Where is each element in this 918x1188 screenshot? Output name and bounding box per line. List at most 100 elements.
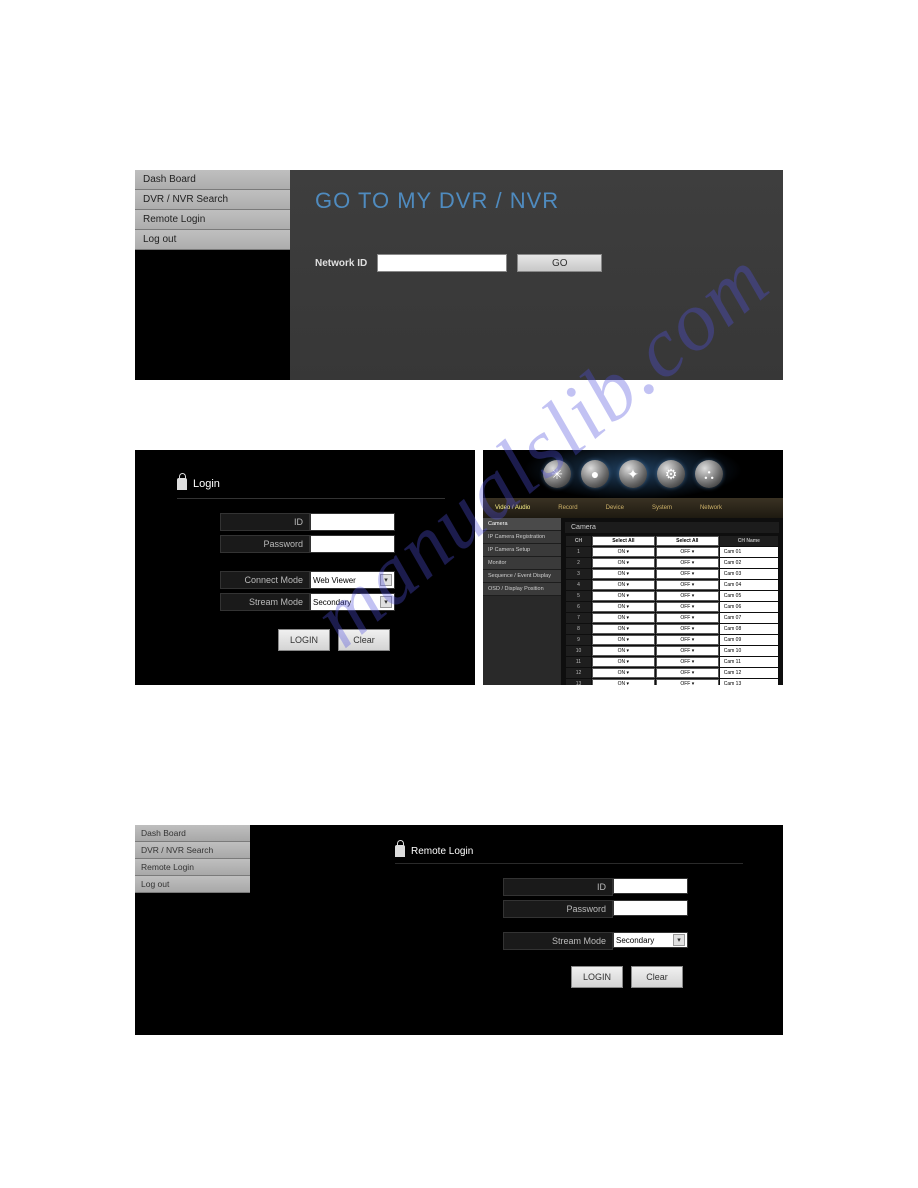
- cell-name[interactable]: Cam 11: [720, 657, 778, 667]
- sidebar-item-dvr-search[interactable]: DVR / NVR Search: [135, 842, 250, 859]
- cell-on-select[interactable]: ON ▾: [592, 569, 655, 579]
- cell-off-select[interactable]: OFF ▾: [656, 679, 719, 685]
- cell-ch: 9: [566, 635, 591, 645]
- sidebar-item-logout[interactable]: Log out: [135, 876, 250, 893]
- go-button[interactable]: GO: [517, 254, 602, 272]
- nav-icon-video[interactable]: ✳: [543, 460, 571, 488]
- password-input[interactable]: [613, 900, 688, 916]
- id-input[interactable]: [613, 878, 688, 894]
- stream-mode-select[interactable]: Secondary ▾: [310, 593, 395, 611]
- cell-name[interactable]: Cam 03: [720, 569, 778, 579]
- tab-device[interactable]: Device: [606, 505, 624, 511]
- cell-ch: 3: [566, 569, 591, 579]
- login-button[interactable]: LOGIN: [571, 966, 623, 988]
- col-chname: CH Name: [720, 536, 778, 546]
- cell-off-select[interactable]: OFF ▾: [656, 646, 719, 656]
- password-input[interactable]: [310, 535, 395, 553]
- cell-name[interactable]: Cam 08: [720, 624, 778, 634]
- cell-on-select[interactable]: ON ▾: [592, 624, 655, 634]
- table-row: 13ON ▾OFF ▾Cam 13: [566, 679, 778, 685]
- cell-name[interactable]: Cam 02: [720, 558, 778, 568]
- cell-name[interactable]: Cam 07: [720, 613, 778, 623]
- settings-sidebar: Camera IP Camera Registration IP Camera …: [483, 518, 561, 685]
- table-row: 9ON ▾OFF ▾Cam 09: [566, 635, 778, 645]
- cell-on-select[interactable]: ON ▾: [592, 591, 655, 601]
- table-row: 12ON ▾OFF ▾Cam 12: [566, 668, 778, 678]
- clear-button[interactable]: Clear: [631, 966, 683, 988]
- select-all-1[interactable]: Select All: [592, 536, 655, 546]
- screenshot-remote-login: Dash Board DVR / NVR Search Remote Login…: [135, 825, 783, 1035]
- cell-on-select[interactable]: ON ▾: [592, 547, 655, 557]
- cell-on-select[interactable]: ON ▾: [592, 668, 655, 678]
- cell-on-select[interactable]: ON ▾: [592, 580, 655, 590]
- cell-off-select[interactable]: OFF ▾: [656, 547, 719, 557]
- cell-on-select[interactable]: ON ▾: [592, 646, 655, 656]
- cell-off-select[interactable]: OFF ▾: [656, 558, 719, 568]
- cell-off-select[interactable]: OFF ▾: [656, 657, 719, 667]
- cell-on-select[interactable]: ON ▾: [592, 602, 655, 612]
- connect-mode-value: Web Viewer: [313, 576, 356, 585]
- tab-system[interactable]: System: [652, 505, 672, 511]
- tab-video-audio[interactable]: Video / Audio: [495, 505, 530, 511]
- sidebar-item-osd[interactable]: OSD / Display Position: [483, 583, 561, 596]
- cell-off-select[interactable]: OFF ▾: [656, 668, 719, 678]
- sidebar-item-camera[interactable]: Camera: [483, 518, 561, 531]
- table-row: 5ON ▾OFF ▾Cam 05: [566, 591, 778, 601]
- login-button[interactable]: LOGIN: [278, 629, 330, 651]
- select-all-2[interactable]: Select All: [656, 536, 719, 546]
- cell-name[interactable]: Cam 05: [720, 591, 778, 601]
- id-input[interactable]: [310, 513, 395, 531]
- nav-icon-system[interactable]: ⚙: [657, 460, 685, 488]
- tab-network[interactable]: Network: [700, 505, 722, 511]
- cell-off-select[interactable]: OFF ▾: [656, 624, 719, 634]
- sidebar-item-remote-login[interactable]: Remote Login: [135, 859, 250, 876]
- cell-name[interactable]: Cam 01: [720, 547, 778, 557]
- table-row: 1ON ▾OFF ▾Cam 01: [566, 547, 778, 557]
- sidebar-item-dvr-search[interactable]: DVR / NVR Search: [135, 190, 290, 210]
- nav-icon-record[interactable]: ●: [581, 460, 609, 488]
- cell-name[interactable]: Cam 06: [720, 602, 778, 612]
- camera-panel: Camera CH Select All Select All CH Name …: [561, 518, 783, 685]
- password-label: Password: [503, 900, 613, 918]
- stream-mode-label: Stream Mode: [220, 593, 310, 611]
- clear-button[interactable]: Clear: [338, 629, 390, 651]
- cell-on-select[interactable]: ON ▾: [592, 635, 655, 645]
- cell-on-select[interactable]: ON ▾: [592, 679, 655, 685]
- cell-on-select[interactable]: ON ▾: [592, 613, 655, 623]
- sidebar-item-dashboard[interactable]: Dash Board: [135, 825, 250, 842]
- cell-off-select[interactable]: OFF ▾: [656, 635, 719, 645]
- password-label: Password: [220, 535, 310, 553]
- lock-icon: [177, 478, 187, 490]
- top-nav: ✳ ● ✦ ⚙ ⛬: [483, 450, 783, 498]
- sidebar-item-logout[interactable]: Log out: [135, 230, 290, 250]
- tab-record[interactable]: Record: [558, 505, 577, 511]
- cell-off-select[interactable]: OFF ▾: [656, 580, 719, 590]
- sidebar-item-sequence[interactable]: Sequence / Event Display: [483, 570, 561, 583]
- col-ch: CH: [566, 536, 591, 546]
- nav-icon-network[interactable]: ⛬: [695, 460, 723, 488]
- sidebar-item-dashboard[interactable]: Dash Board: [135, 170, 290, 190]
- cell-on-select[interactable]: ON ▾: [592, 558, 655, 568]
- sidebar-item-ipcam-setup[interactable]: IP Camera Setup: [483, 544, 561, 557]
- connect-mode-select[interactable]: Web Viewer ▾: [310, 571, 395, 589]
- cell-on-select[interactable]: ON ▾: [592, 657, 655, 667]
- sidebar-item-ipcam-reg[interactable]: IP Camera Registration: [483, 531, 561, 544]
- network-id-input[interactable]: [377, 254, 507, 272]
- cell-off-select[interactable]: OFF ▾: [656, 591, 719, 601]
- cell-off-select[interactable]: OFF ▾: [656, 602, 719, 612]
- screenshot-row-2: Login ID Password Connect Mode Web Viewe…: [135, 450, 783, 685]
- cell-off-select[interactable]: OFF ▾: [656, 613, 719, 623]
- sidebar-item-monitor[interactable]: Monitor: [483, 557, 561, 570]
- sidebar-item-remote-login[interactable]: Remote Login: [135, 210, 290, 230]
- cell-name[interactable]: Cam 09: [720, 635, 778, 645]
- nav-icon-device[interactable]: ✦: [619, 460, 647, 488]
- cell-name[interactable]: Cam 12: [720, 668, 778, 678]
- cell-name[interactable]: Cam 04: [720, 580, 778, 590]
- cell-name[interactable]: Cam 13: [720, 679, 778, 685]
- cell-off-select[interactable]: OFF ▾: [656, 569, 719, 579]
- screenshot-goto-dvr: Dash Board DVR / NVR Search Remote Login…: [135, 170, 783, 380]
- stream-mode-select[interactable]: Secondary ▾: [613, 932, 688, 948]
- main-panel: GO TO MY DVR / NVR Network ID GO: [290, 170, 783, 380]
- gear-icon: ⚙: [657, 460, 685, 488]
- cell-name[interactable]: Cam 10: [720, 646, 778, 656]
